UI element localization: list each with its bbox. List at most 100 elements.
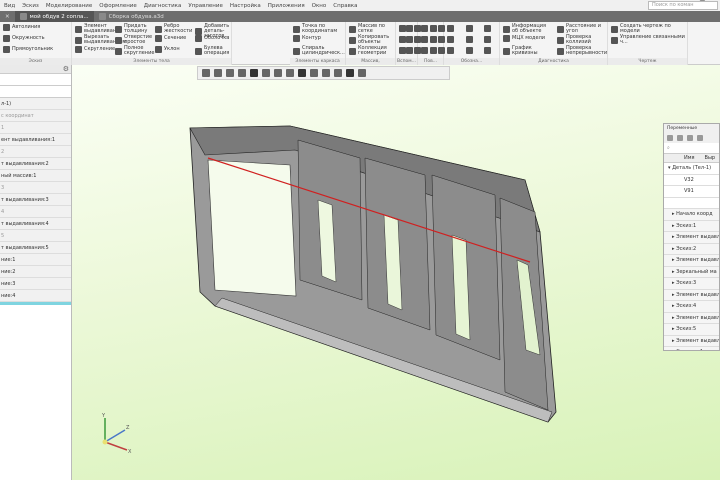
variables-group-row[interactable]: ▸ Эскиз:4 — [664, 301, 719, 313]
tree-item[interactable]: ние:2 — [0, 266, 71, 278]
tree-item[interactable]: 3 — [0, 182, 71, 194]
ribbon-button[interactable]: Окружность — [3, 35, 71, 42]
add-variable-icon[interactable] — [667, 135, 673, 141]
ribbon-button[interactable]: Коллекция геометрии — [349, 46, 395, 56]
variable-row[interactable]: V32 — [664, 174, 719, 186]
variables-parent-row[interactable]: ▾ Деталь (Тел-1) — [664, 163, 719, 175]
properties-icon[interactable] — [334, 69, 342, 77]
filter-icon[interactable] — [346, 69, 354, 77]
ribbon-button[interactable]: Придать толщину — [115, 24, 151, 34]
tree-item[interactable]: 5 — [0, 230, 71, 242]
tree-item[interactable]: 4 — [0, 206, 71, 218]
section-view-icon[interactable] — [286, 69, 294, 77]
ribbon-button[interactable]: Автолиния — [3, 24, 71, 31]
tool-icon[interactable] — [406, 47, 414, 54]
tree-search-input[interactable] — [0, 86, 71, 98]
ribbon-button[interactable]: Ребро жесткости — [155, 24, 192, 34]
variables-group-row[interactable]: ▸ Начало коорд — [664, 209, 719, 221]
ribbon-button[interactable]: Проверка коллизий — [557, 35, 607, 45]
tree-item[interactable]: ние:4 — [0, 290, 71, 302]
variables-group-row[interactable]: ▸ Элемент выдавл — [664, 312, 719, 324]
ribbon-button[interactable]: Информация об объекте — [503, 24, 553, 34]
tool-icon[interactable] — [447, 47, 454, 54]
tree-item[interactable]: т выдавливания:4 — [0, 218, 71, 230]
orientation-icon[interactable] — [202, 69, 210, 77]
menu-item[interactable]: Эскиз — [22, 3, 39, 9]
ribbon-button[interactable]: Прямоугольник — [3, 46, 71, 53]
menu-item[interactable]: Диагностика — [144, 3, 182, 9]
tool-icon[interactable] — [429, 36, 437, 43]
variables-group-row[interactable]: ▸ Эскиз:1 — [664, 220, 719, 232]
ribbon-button[interactable]: Управление связанными ч... — [611, 35, 687, 45]
ribbon-button[interactable]: МЦХ модели — [503, 35, 553, 42]
tree-item[interactable]: т выдавливания:5 — [0, 242, 71, 254]
tool-icon[interactable] — [429, 47, 437, 54]
ribbon-button[interactable]: Проверка непрерывности — [557, 46, 607, 56]
display-mode-icon[interactable] — [262, 69, 270, 77]
rotate-icon[interactable] — [238, 69, 246, 77]
tool-icon[interactable] — [465, 25, 473, 32]
ribbon-button[interactable]: Полное скругление — [115, 46, 154, 56]
ribbon-button[interactable]: Уклон — [155, 46, 191, 53]
variables-group-row[interactable]: ▸ Элемент выдавл — [664, 289, 719, 301]
ribbon-button[interactable]: Оболочка — [195, 35, 231, 42]
ribbon-button[interactable]: Булева операция — [195, 46, 231, 56]
ribbon-button[interactable]: Расстояние и угол — [557, 24, 607, 34]
tool-icon[interactable] — [406, 25, 414, 32]
col-expression[interactable]: Выр — [695, 154, 716, 162]
tool-icon[interactable] — [399, 25, 406, 32]
tool-icon[interactable] — [406, 36, 414, 43]
tool-icon[interactable] — [421, 36, 428, 43]
variables-group-row[interactable]: ▸ Зеркальный ма — [664, 266, 719, 278]
edit-icon[interactable] — [677, 135, 683, 141]
menu-item[interactable]: Управление — [188, 3, 223, 9]
copy-icon[interactable] — [310, 69, 318, 77]
variables-search-input[interactable]: ⌕ — [664, 143, 719, 153]
tool-icon[interactable] — [465, 36, 473, 43]
tree-item[interactable]: 1 — [0, 122, 71, 134]
ribbon-button[interactable]: Точка по координатам — [293, 24, 345, 34]
ribbon-button[interactable]: Сечение — [155, 35, 191, 42]
variables-group-row[interactable]: ▸ Элемент выдавл — [664, 255, 719, 267]
tree-item[interactable]: ние:1 — [0, 254, 71, 266]
variable-row[interactable]: V91 — [664, 186, 719, 198]
hide-icon[interactable] — [274, 69, 282, 77]
ribbon-button[interactable]: Скругление — [75, 46, 115, 53]
table-icon[interactable] — [687, 135, 693, 141]
tool-icon[interactable] — [399, 47, 406, 54]
tab-close[interactable]: ✕ — [0, 11, 15, 22]
tree-item[interactable]: ент выдавливания:1 — [0, 134, 71, 146]
pan-icon[interactable] — [226, 69, 234, 77]
variables-group-row[interactable]: ▸ Эскиз:3 — [664, 278, 719, 290]
ribbon-button[interactable]: График кривизны — [503, 46, 553, 56]
grid-icon[interactable] — [298, 69, 306, 77]
tool-icon[interactable] — [484, 25, 492, 32]
settings-icon[interactable] — [358, 69, 366, 77]
tree-item[interactable]: 2 — [0, 146, 71, 158]
ribbon-button[interactable]: Массив по сетке — [349, 24, 395, 34]
menu-item[interactable]: Оформление — [99, 3, 137, 9]
tab-assembly[interactable]: Сборка обдува.a3d — [94, 11, 169, 22]
tool-icon[interactable] — [484, 36, 492, 43]
variables-group-row[interactable]: ▸ Элемент выдавл — [664, 335, 719, 347]
ribbon-button[interactable]: Контур — [293, 35, 345, 42]
ribbon-button[interactable]: Копировать объекты — [349, 35, 395, 45]
tool-icon[interactable] — [421, 25, 428, 32]
menu-item[interactable]: Окно — [312, 3, 327, 9]
empty-variable-row[interactable] — [664, 197, 719, 209]
menu-item[interactable]: Вид — [4, 3, 15, 9]
tab-part[interactable]: мой обдув 2 сопла... — [14, 11, 94, 22]
tree-item[interactable]: л-1) — [0, 98, 71, 110]
paste-icon[interactable] — [322, 69, 330, 77]
ribbon-button[interactable]: Спираль цилиндрическ... — [293, 46, 345, 56]
tree-item[interactable]: т выдавливания:3 — [0, 194, 71, 206]
tool-icon[interactable] — [465, 47, 473, 54]
zoom-icon[interactable] — [214, 69, 222, 77]
shaded-view-icon[interactable] — [250, 69, 258, 77]
tool-icon[interactable] — [429, 25, 437, 32]
variables-group-row[interactable]: ▸ Эскиз:5 — [664, 324, 719, 336]
menu-item[interactable]: Моделирование — [46, 3, 92, 9]
menu-item[interactable]: Приложения — [268, 3, 305, 9]
ribbon-button[interactable]: Элемент выдавливания — [75, 24, 122, 34]
function-icon[interactable] — [697, 135, 703, 141]
